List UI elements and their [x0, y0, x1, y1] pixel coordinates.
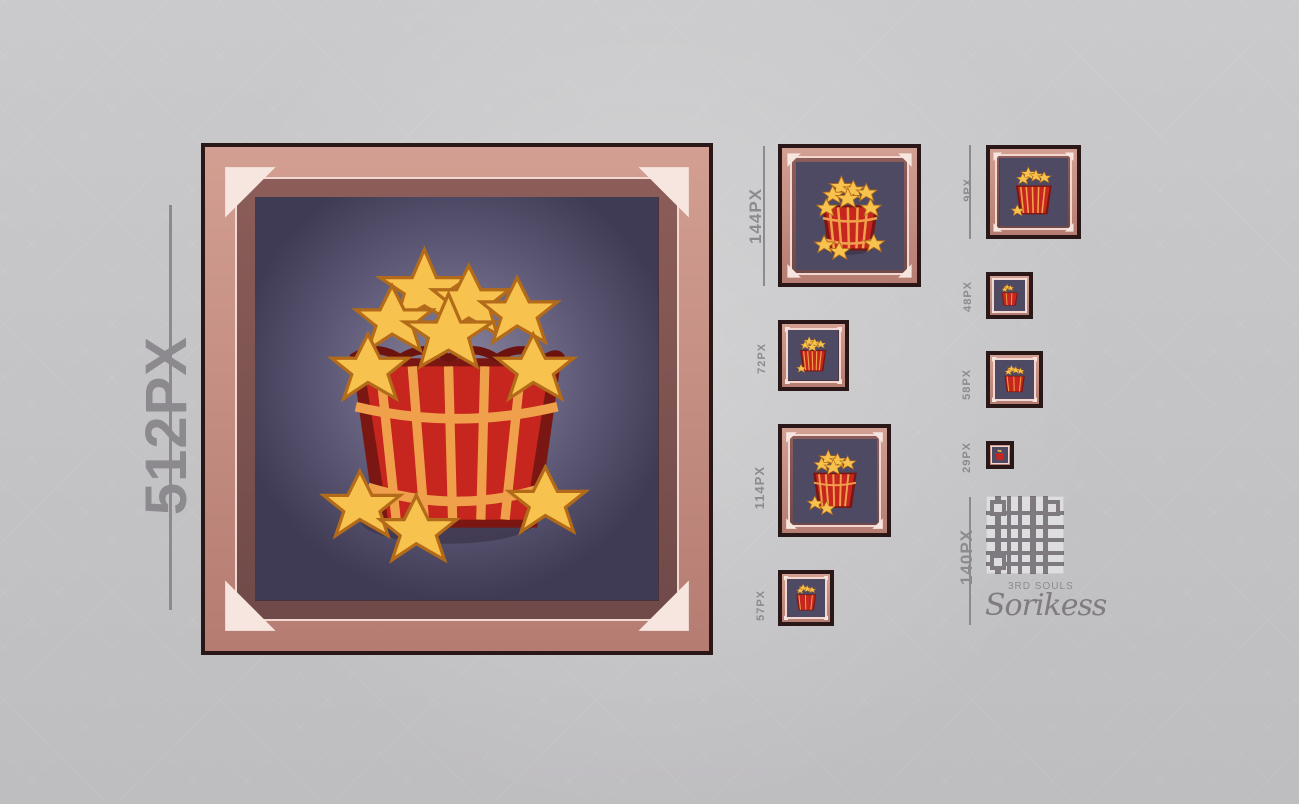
icon-58	[986, 351, 1043, 408]
size-label-58: 58PX	[961, 369, 973, 400]
icon-512	[201, 143, 713, 655]
icon-144	[778, 144, 921, 287]
star-bucket-illustration	[792, 438, 877, 523]
icon-29	[986, 441, 1014, 469]
qr-finder-pattern	[990, 554, 1006, 570]
size-label-512: 512PX	[134, 336, 199, 516]
icon-72	[778, 320, 849, 391]
size-label-29: 29PX	[961, 442, 973, 473]
star-bucket-illustration	[795, 161, 904, 270]
size-label-72: 72PX	[756, 343, 768, 374]
star-bucket-illustration	[994, 359, 1035, 400]
size-label-144: 144PX	[746, 188, 765, 245]
size-label-57: 57PX	[755, 590, 767, 621]
size-label-114: 114PX	[752, 466, 767, 510]
icon-48	[986, 272, 1033, 319]
star-bucket-illustration	[992, 447, 1008, 463]
size-label-9: 9PX	[962, 178, 974, 202]
star-bucket-illustration	[999, 157, 1069, 227]
qr-code[interactable]	[986, 496, 1064, 574]
star-bucket-illustration	[786, 578, 826, 618]
brand-signature: Sorikess	[985, 588, 1107, 623]
size-label-140: 140PX	[957, 529, 976, 586]
star-bucket-illustration	[788, 330, 839, 381]
size-label-48: 48PX	[962, 281, 974, 312]
icon-57	[778, 570, 834, 626]
star-bucket-illustration	[255, 197, 659, 601]
star-bucket-illustration	[993, 279, 1026, 312]
icon-9	[986, 145, 1081, 239]
icon-114	[778, 424, 891, 537]
